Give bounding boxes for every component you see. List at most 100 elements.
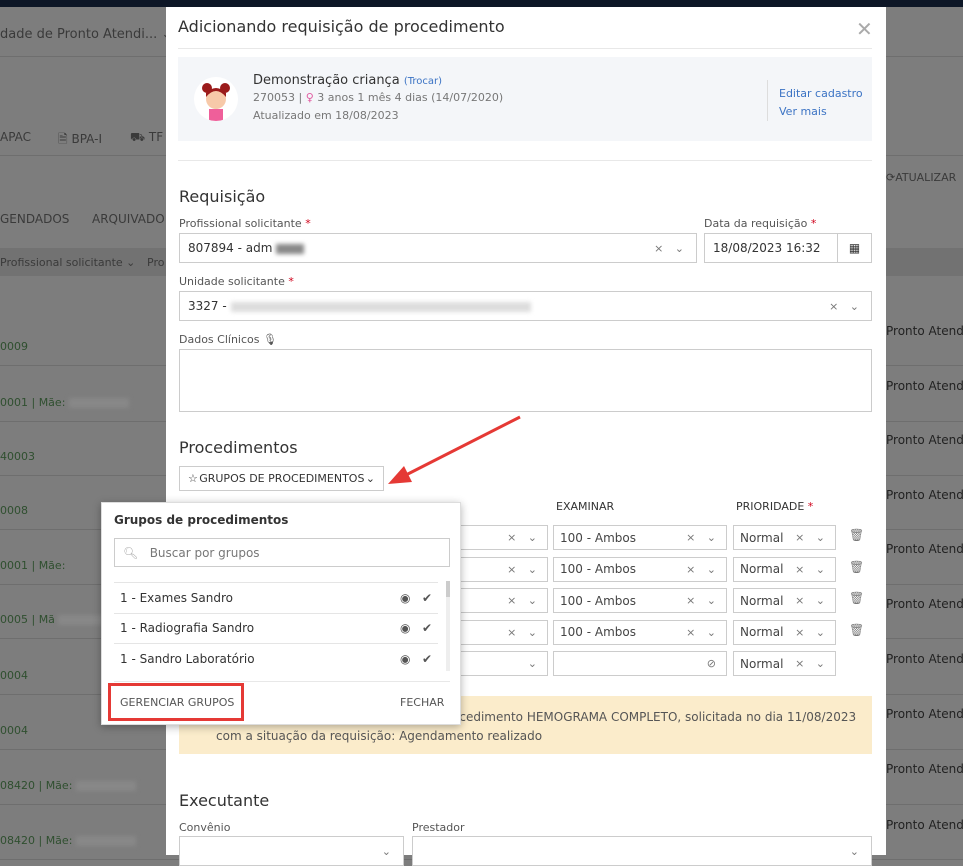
examinar-value: 100 - Ambos [560,625,636,639]
groups-button-label: GRUPOS DE PROCEDIMENTOS [199,472,365,485]
female-icon: ♀ [305,91,314,104]
row-unit: Pronto Atendi [886,324,963,338]
trash-icon[interactable]: 🗑 [849,623,864,637]
swap-patient-link[interactable]: (Trocar) [404,76,442,87]
tab-arquivados[interactable]: ARQUIVADO [92,212,165,226]
row-unit: Pronto Atendi [886,379,963,393]
list-item[interactable]: 0004 [0,724,28,737]
procedure-groups-popover: Grupos de procedimentos 🔍︎ Buscar por gr… [101,502,461,725]
procedure-select[interactable]: × ⌄ [456,525,548,550]
procedure-groups-button[interactable]: ☆ GRUPOS DE PROCEDIMENTOS ⌄ [179,466,384,491]
list-item[interactable]: 0004 [0,669,28,682]
clinical-data-textarea[interactable] [179,349,872,412]
microphone-icon[interactable]: 🎙 [263,333,277,346]
examinar-select[interactable]: 100 - Ambos × ⌄ [553,556,727,582]
filter-profissional[interactable]: Profissional solicitante ⌄ [0,256,135,269]
row-text: 0009 [0,340,28,353]
search-icon: 🔍︎ [123,545,139,560]
patient-avatar [194,77,238,121]
prioridade-select[interactable]: Normal × ⌄ [733,556,836,582]
trash-icon[interactable]: 🗑 [849,528,864,542]
check-icon[interactable]: ✔ [422,591,432,605]
row-text: 0001 | Mãe: [0,396,66,409]
edit-record-link[interactable]: Editar cadastro [779,87,863,100]
group-item[interactable]: 1 - Radiografia Sandro ◉ ✔ [114,612,438,643]
annotation-arrow [388,415,521,484]
group-name: 1 - Exames Sandro [120,590,233,605]
list-item[interactable]: 0009 [0,340,28,353]
examinar-select[interactable]: 100 - Ambos × ⌄ [553,619,727,645]
list-item[interactable]: 0001 | Mãe: [0,396,129,409]
examinar-select[interactable]: ⊘ [553,651,727,676]
date-input[interactable]: 18/08/2023 16:32 [704,233,838,263]
patient-card: Demonstração criança (Trocar) 270053 | ♀… [178,57,872,141]
examinar-select[interactable]: 100 - Ambos × ⌄ [553,525,727,550]
nav-tfd[interactable]: ⛟ TF [130,130,163,146]
prioridade-select[interactable]: Normal × ⌄ [733,619,836,645]
filter-label: Profissional solicitante [0,256,123,269]
divider [767,80,768,121]
prestador-select[interactable]: ⌄ [412,836,872,866]
see-more-link[interactable]: Ver mais [779,105,827,118]
close-popover-button[interactable]: FECHAR [400,696,444,709]
list-item[interactable]: 40003 [0,450,35,463]
list-item[interactable]: 0008 [0,504,28,517]
refresh-button[interactable]: ⟳ATUALIZAR [886,171,956,184]
divider [178,48,872,49]
prioridade-value: Normal [740,656,784,671]
examinar-value: 100 - Ambos [560,562,636,576]
calendar-icon[interactable]: ▦ [837,233,872,263]
eye-icon[interactable]: ◉ [400,621,410,635]
group-item[interactable]: 1 - Exames Sandro ◉ ✔ [114,582,438,612]
prioridade-select[interactable]: Normal × ⌄ [733,588,836,613]
procedure-select[interactable]: ⌄ [456,651,548,676]
procedure-select[interactable]: × ⌄ [456,588,548,613]
prioridade-value: Normal [740,625,784,639]
unit-select[interactable]: 3327 - × ⌄ [179,291,872,321]
group-name: 1 - Radiografia Sandro [120,621,255,635]
eye-icon[interactable]: ◉ [400,652,410,666]
row-text: 0004 [0,669,28,682]
modal-title: Adicionando requisição de procedimento [178,17,505,36]
convenio-label: Convênio [179,821,231,834]
unit-select[interactable]: dade de Pronto Atendi... ⌄ [0,27,172,42]
procedure-select[interactable]: × ⌄ [456,556,548,582]
professional-select[interactable]: 807894 - adm × ⌄ [179,233,697,263]
examinar-select[interactable]: 100 - Ambos × ⌄ [553,588,727,613]
prioridade-select[interactable]: Normal × ⌄ [733,525,836,550]
examinar-value: 100 - Ambos [560,530,636,545]
list-item[interactable]: 08420 | Mãe: [0,834,136,847]
examinar-value: 100 - Ambos [560,593,636,608]
filter-other[interactable]: Pro [147,256,164,269]
scrollbar-thumb[interactable] [446,581,450,597]
row-unit: Pronto Atendi [886,542,963,556]
col-examinar: EXAMINAR [556,500,615,513]
trash-icon[interactable]: 🗑 [849,591,864,605]
col-prioridade: PRIORIDADE [736,500,805,513]
prioridade-value: Normal [740,530,784,545]
close-icon[interactable]: ✕ [856,17,873,41]
row-text: 08420 | Mãe: [0,834,73,847]
list-item[interactable]: 08420 | Mãe: [0,779,136,792]
row-unit: Pronto Atendi [886,707,963,721]
group-search-input[interactable]: 🔍︎ Buscar por grupos [114,538,450,567]
group-item[interactable]: 1 - Sandro Laboratório ◉ ✔ [114,643,438,673]
procedure-select[interactable]: × ⌄ [456,619,548,645]
check-icon[interactable]: ✔ [422,652,432,666]
chevron-down-icon: ⌄ [365,472,375,485]
tab-agendados[interactable]: GENDADOS [0,212,69,226]
nav-apac[interactable]: APAC [0,130,31,144]
prioridade-select[interactable]: Normal × ⌄ [733,651,836,676]
nav-bpa-i[interactable]: 🗎 BPA-I [58,130,102,151]
manage-groups-button[interactable]: GERENCIAR GRUPOS [108,683,244,721]
list-item[interactable]: 0001 | Mãe: [0,559,65,572]
check-icon[interactable]: ✔ [422,621,432,635]
row-text: 0001 | Mãe: [0,559,66,572]
patient-age: 3 anos 1 mês 4 dias (14/07/2020) [317,91,504,104]
eye-icon[interactable]: ◉ [400,591,410,605]
convenio-select[interactable]: ⌄ [179,836,404,866]
row-text: 0004 [0,724,28,737]
group-name: 1 - Sandro Laboratório [120,651,255,666]
trash-icon[interactable]: 🗑 [849,560,864,574]
section-executante: Executante [179,791,270,810]
